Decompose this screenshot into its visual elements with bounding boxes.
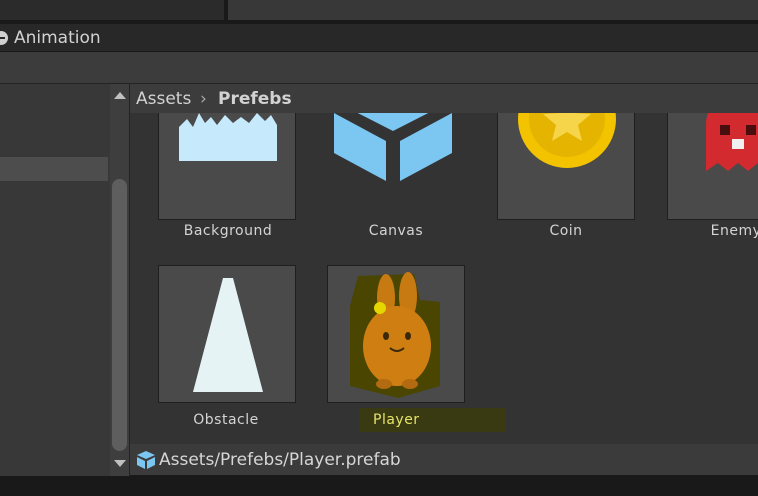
asset-label[interactable]: Obstacle [151, 412, 301, 428]
folder-tree-selected-item[interactable] [0, 157, 108, 181]
asset-path-status-bar: Assets/Prefebs/Player.prefab [130, 444, 758, 475]
obstacle-spike-icon [193, 278, 263, 392]
asset-label[interactable]: Coin [491, 223, 641, 239]
top-tab-left[interactable] [0, 0, 224, 20]
scroll-up-arrow-icon[interactable] [114, 92, 126, 99]
asset-grid: Background Canvas Coin Enemy Obstacle Pl… [130, 84, 758, 444]
asset-label-selected[interactable]: Player [359, 408, 506, 432]
folder-tree-scrollbar[interactable] [110, 84, 130, 476]
animation-panel-header[interactable]: Animation [0, 24, 758, 51]
chevron-right-icon: › [200, 89, 207, 109]
scroll-down-arrow-icon[interactable] [114, 460, 126, 467]
breadcrumb: Assets › Prefebs [130, 84, 758, 113]
asset-path-text: Assets/Prefebs/Player.prefab [159, 450, 401, 470]
asset-label[interactable]: Background [153, 223, 303, 239]
player-bunny-icon [350, 272, 440, 398]
editor-bottom-bar [0, 476, 758, 496]
asset-label[interactable]: Canvas [321, 223, 471, 239]
top-tab-right[interactable] [228, 0, 758, 20]
asset-label[interactable]: Enemy [661, 223, 758, 239]
folder-tree-panel [0, 84, 110, 476]
asset-tile-player[interactable] [327, 265, 465, 403]
minus-circle-icon[interactable] [0, 31, 8, 45]
editor-top-bar [0, 0, 758, 22]
project-toolbar [0, 52, 758, 84]
asset-tile-obstacle[interactable] [158, 265, 296, 403]
prefab-cube-icon [137, 451, 155, 469]
breadcrumb-current[interactable]: Prefebs [218, 89, 292, 109]
scrollbar-thumb[interactable] [112, 179, 127, 451]
breadcrumb-root[interactable]: Assets [136, 89, 191, 109]
panel-title: Animation [14, 28, 101, 48]
